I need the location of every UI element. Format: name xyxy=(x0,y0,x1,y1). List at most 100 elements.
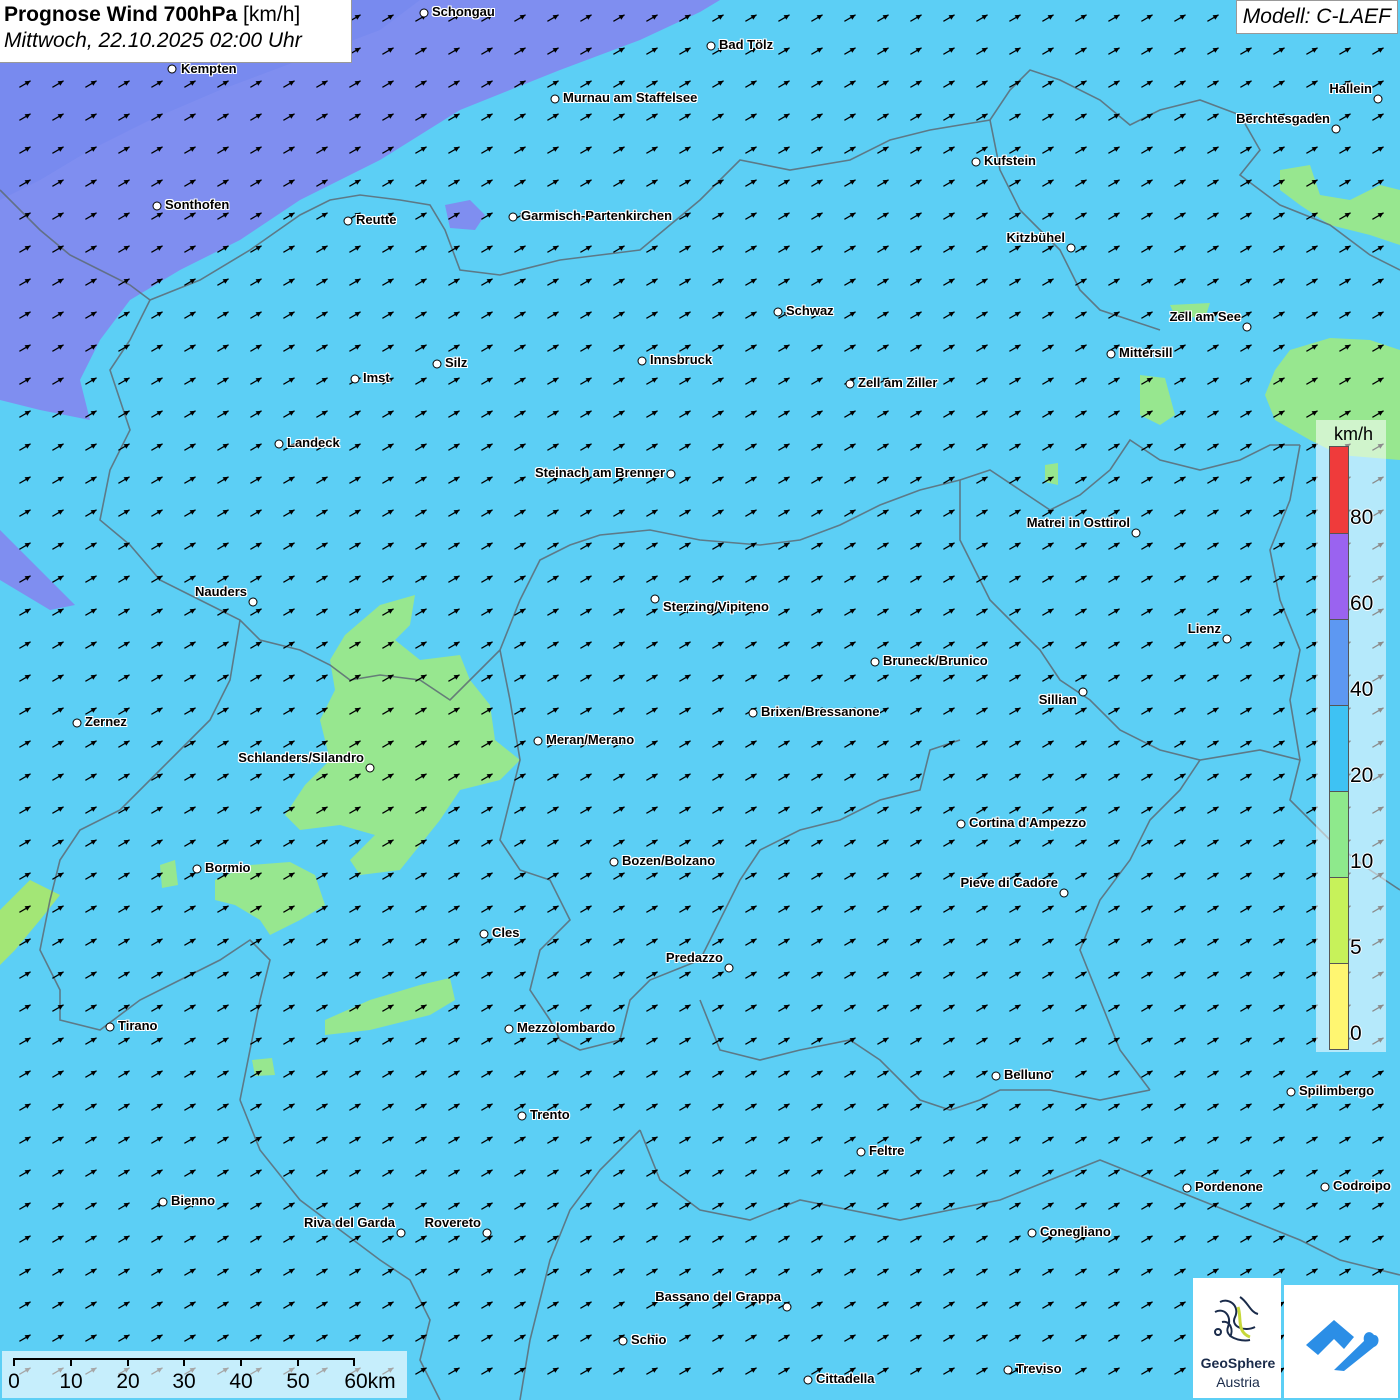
city-dot-icon xyxy=(1066,243,1076,253)
city-dot-icon xyxy=(1106,349,1116,359)
city-dot-icon xyxy=(706,41,716,51)
city-dot-icon xyxy=(803,1375,813,1385)
city-label: Cortina d'Ampezzo xyxy=(969,815,1087,830)
city-label: Berchtesgaden xyxy=(1236,111,1330,126)
city-dot-icon xyxy=(1320,1182,1330,1192)
wind-zone-low-small-2 xyxy=(1045,463,1058,485)
legend-color-segment xyxy=(1330,705,1348,791)
city-label: Tirano xyxy=(118,1018,158,1033)
city-label: Steinach am Brenner xyxy=(534,465,665,480)
city-dot-icon xyxy=(419,8,429,18)
city-dot-icon xyxy=(248,597,258,607)
city-label: Sillian xyxy=(1038,692,1077,707)
city-label: Schwaz xyxy=(786,303,834,318)
city-dot-icon xyxy=(845,379,855,389)
city-label: Landeck xyxy=(287,435,340,450)
geosphere-logo-icon xyxy=(1214,1296,1259,1342)
scale-label: 40 xyxy=(229,1370,253,1393)
geosphere-logo-subname: Austria xyxy=(1216,1374,1260,1390)
scale-tick xyxy=(127,1358,129,1366)
city-dot-icon xyxy=(274,439,284,449)
city-label: Cittadella xyxy=(816,1371,875,1386)
city-label: Imst xyxy=(363,370,390,385)
legend-label: 80 xyxy=(1350,506,1374,529)
legend-color-segment xyxy=(1330,447,1348,533)
city-label: Bienno xyxy=(171,1193,216,1208)
city-dot-icon xyxy=(1059,888,1069,898)
legend-color-segment xyxy=(1330,963,1348,1049)
city-label: Belluno xyxy=(1004,1067,1052,1082)
city-dot-icon xyxy=(956,819,966,829)
city-dot-icon xyxy=(533,736,543,746)
model-label: Modell: C-LAEF xyxy=(1235,0,1398,34)
city-dot-icon xyxy=(343,216,353,226)
city-dot-icon xyxy=(1222,634,1232,644)
city-dot-icon xyxy=(856,1147,866,1157)
map-title: Prognose Wind 700hPa [km/h] xyxy=(4,3,347,27)
city-label: Murnau am Staffelsee xyxy=(563,90,698,105)
city-dot-icon xyxy=(618,1336,628,1346)
city-label: Schio xyxy=(631,1332,667,1347)
city-label: Brixen/Bressanone xyxy=(761,704,880,719)
city-dot-icon xyxy=(637,356,647,366)
city-dot-icon xyxy=(666,469,676,479)
scale-label: 50 xyxy=(286,1370,310,1393)
city-label: Sterzing/Vipiteno xyxy=(663,599,769,614)
city-dot-icon xyxy=(350,374,360,384)
city-label: Nauders xyxy=(194,584,247,599)
legend-label: 0 xyxy=(1350,1022,1362,1045)
legend-color-segment xyxy=(1330,533,1348,619)
city-dot-icon xyxy=(773,307,783,317)
scale-label: 30 xyxy=(172,1370,196,1393)
legend-label: 20 xyxy=(1350,764,1374,787)
city-label: Spilimbergo xyxy=(1299,1083,1375,1098)
city-dot-icon xyxy=(1078,687,1088,697)
city-dot-icon xyxy=(72,718,82,728)
city-label: Zell am See xyxy=(1169,309,1241,324)
city-label: Mittersill xyxy=(1119,345,1173,360)
legend-color-segment xyxy=(1330,791,1348,877)
city-dot-icon xyxy=(650,594,660,604)
city-dot-icon xyxy=(1003,1365,1013,1375)
scale-tick xyxy=(240,1358,242,1366)
city-label: Trento xyxy=(530,1107,570,1122)
city-label: Schlanders/Silandro xyxy=(238,750,364,765)
city-dot-icon xyxy=(748,708,758,718)
city-dot-icon xyxy=(724,963,734,973)
city-label: Mezzolombardo xyxy=(517,1020,616,1035)
city-dot-icon xyxy=(609,857,619,867)
city-dot-icon xyxy=(550,94,560,104)
city-dot-icon xyxy=(1373,94,1383,104)
city-label: Predazzo xyxy=(665,950,723,965)
forecast-datetime: Mittwoch, 22.10.2025 02:00 Uhr xyxy=(4,29,302,52)
city-dot-icon xyxy=(432,359,442,369)
city-label: Kitzbühel xyxy=(1006,230,1066,245)
city-dot-icon xyxy=(396,1228,406,1238)
city-label: Garmisch-Partenkirchen xyxy=(521,208,673,223)
app-logo-icon xyxy=(1306,1320,1379,1371)
city-label: Pordenone xyxy=(1195,1179,1263,1194)
city-label: Zernez xyxy=(85,714,127,729)
city-dot-icon xyxy=(152,201,162,211)
scale-tick xyxy=(297,1358,299,1366)
wind-zone-low-small-4 xyxy=(160,860,178,888)
city-dot-icon xyxy=(482,1228,492,1238)
city-label: Innsbruck xyxy=(650,352,713,367)
city-dot-icon xyxy=(1242,322,1252,332)
legend-unit: km/h xyxy=(1334,424,1374,444)
scale-tick xyxy=(183,1358,185,1366)
city-label: Matrei in Osttirol xyxy=(1026,515,1130,530)
city-dot-icon xyxy=(1331,124,1341,134)
legend-color-segment xyxy=(1330,877,1348,963)
city-label: Reutte xyxy=(356,212,397,227)
scale-label: 60km xyxy=(344,1370,396,1393)
city-dot-icon xyxy=(1182,1183,1192,1193)
city-dot-icon xyxy=(192,864,202,874)
city-label: Sonthofen xyxy=(165,197,230,212)
city-dot-icon xyxy=(991,1071,1001,1081)
wind-zone-low-small-3 xyxy=(252,1058,275,1076)
city-dot-icon xyxy=(782,1302,792,1312)
city-label: Bormio xyxy=(205,860,251,875)
legend-label: 40 xyxy=(1350,678,1374,701)
scale-tick xyxy=(353,1358,355,1366)
